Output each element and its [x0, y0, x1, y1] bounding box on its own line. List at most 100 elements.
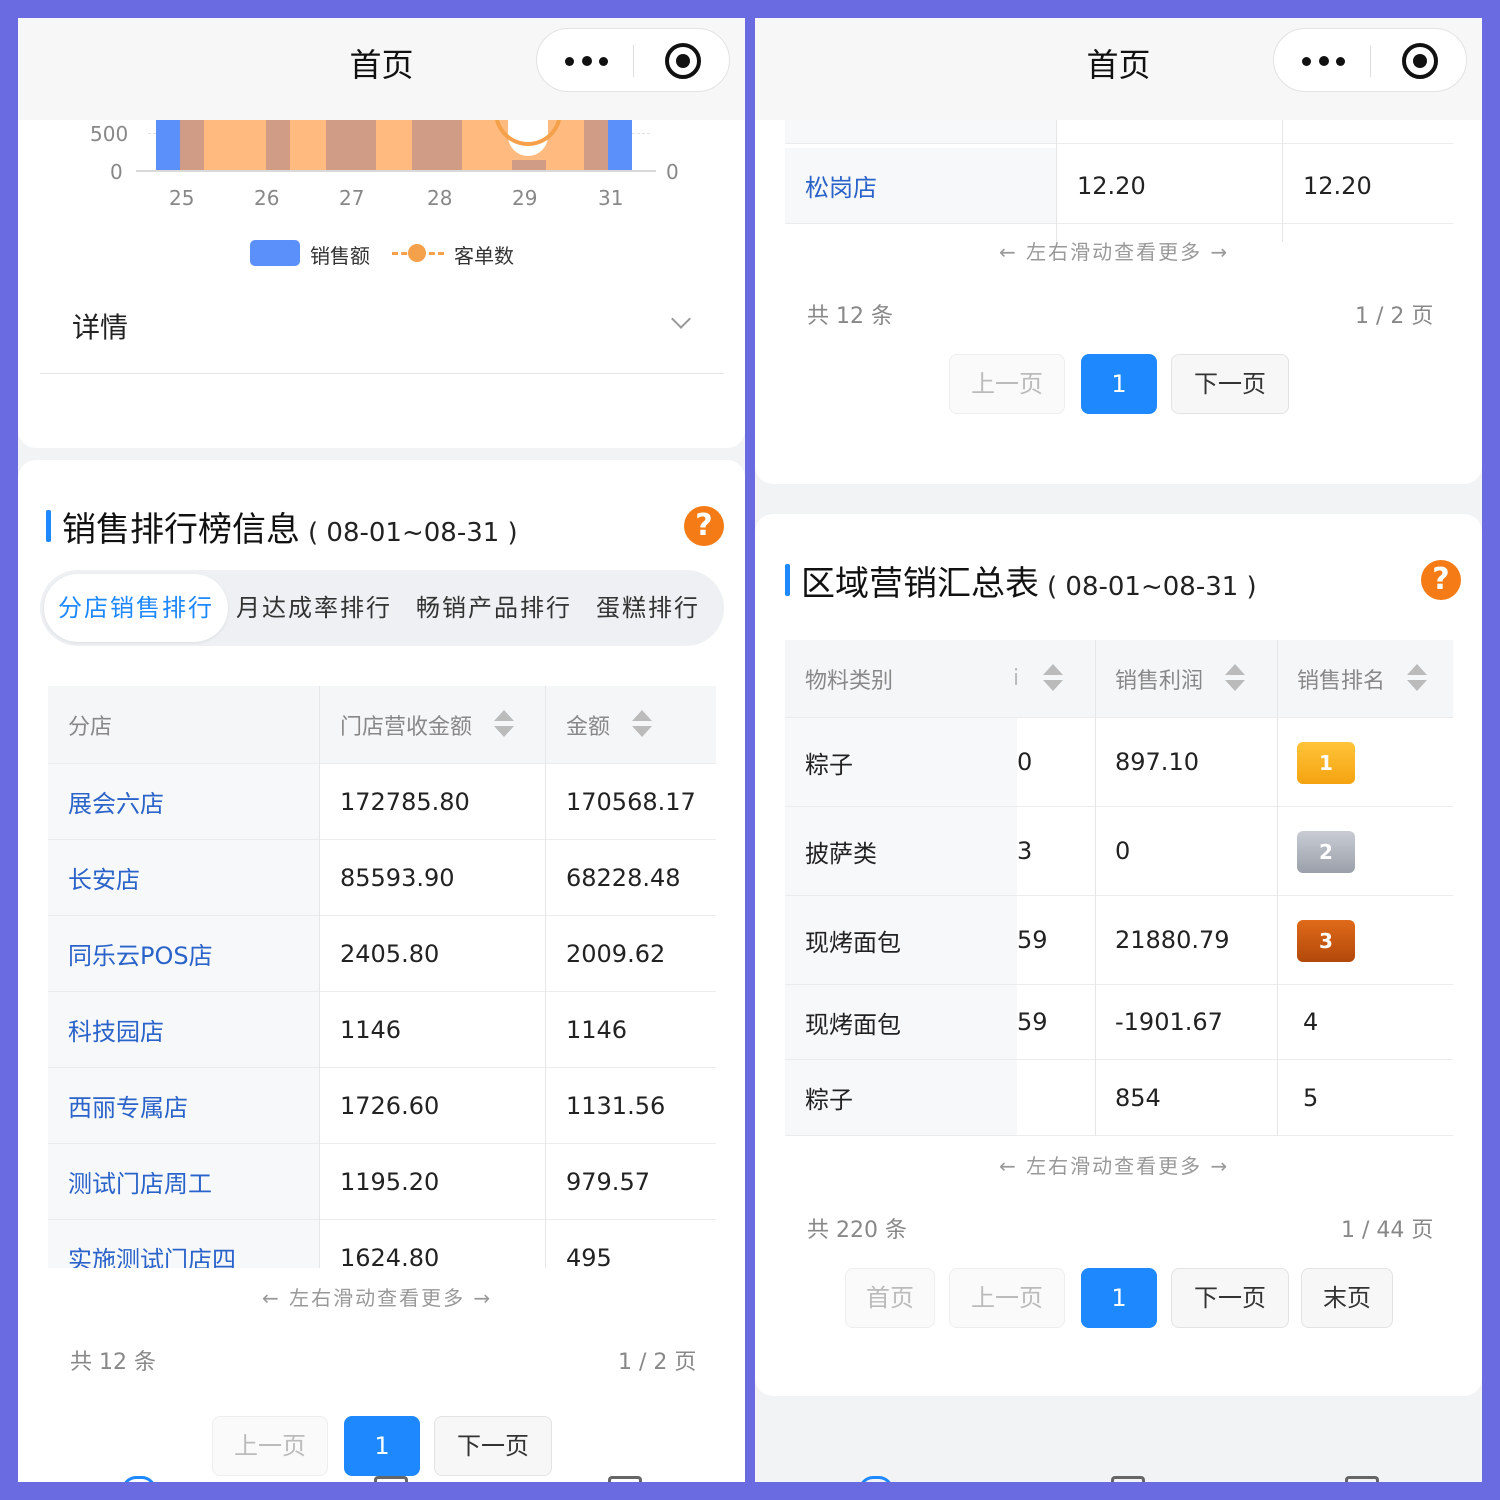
col-revenue[interactable]: 门店营收金额 [340, 686, 472, 763]
legend-dot-orders [408, 244, 426, 262]
table-row[interactable]: 松岗店 12.20 12.20 [785, 148, 1453, 224]
bar-blue-right [608, 118, 632, 170]
page-info: 1 / 2 页 [1355, 304, 1434, 329]
sort-icon[interactable] [1225, 664, 1245, 692]
total-count: 共 12 条 [807, 304, 893, 329]
table-row[interactable]: 测试门店周工 1195.20 979.57 [48, 1144, 716, 1220]
prev-page-button[interactable]: 上一页 [949, 1268, 1065, 1328]
help-icon[interactable]: ? [1421, 560, 1461, 600]
table-row[interactable]: 粽子 0 897.10 1 [785, 718, 1453, 807]
store-name[interactable]: 实施测试门店四 [48, 1220, 319, 1268]
total-count: 共 12 条 [70, 1350, 156, 1375]
table-row[interactable]: 同乐云POS店 2405.80 2009.62 [48, 916, 716, 992]
sort-icon[interactable] [1043, 664, 1063, 692]
chart-tab-icon[interactable] [1111, 1476, 1145, 1482]
scroll-hint: ← 左右滑动查看更多 → [262, 1286, 493, 1310]
nav-bar: 首页 [18, 18, 745, 120]
table-row[interactable]: 长安店 85593.90 68228.48 [48, 840, 716, 916]
revenue-value: 1624.80 [340, 1243, 440, 1269]
table-row[interactable]: 展会六店 172785.80 170568.17 [48, 764, 716, 840]
bar-brown-4 [412, 118, 462, 170]
ranking-date: ( 08-01~08-31 ) [308, 518, 518, 548]
table-row[interactable]: 现烤面包 59 -1901.67 4 [785, 985, 1453, 1060]
more-icon[interactable] [565, 56, 609, 67]
close-target-icon[interactable] [665, 43, 701, 79]
bar-brown-1 [180, 118, 204, 170]
revenue-value: 172785.80 [340, 787, 470, 816]
store-name[interactable]: 展会六店 [48, 764, 319, 839]
table-row[interactable]: 西丽专属店 1726.60 1131.56 [48, 1068, 716, 1144]
next-page-button[interactable]: 下一页 [1171, 1268, 1289, 1328]
category-name: 现烤面包 [785, 896, 1017, 984]
x-tick-31: 31 [598, 186, 624, 210]
page-1-button[interactable]: 1 [344, 1416, 420, 1476]
store-name[interactable]: 长安店 [48, 840, 319, 915]
sort-icon[interactable] [494, 710, 514, 738]
page-1-button[interactable]: 1 [1081, 1268, 1157, 1328]
nav-bar: 首页 [755, 18, 1482, 120]
bar-brown-3 [326, 118, 376, 170]
rank-value: 5 [1303, 1083, 1319, 1112]
help-icon[interactable]: ? [684, 506, 724, 546]
store-name[interactable]: 测试门店周工 [48, 1144, 319, 1219]
home-tab-icon[interactable] [859, 1476, 893, 1482]
revenue-value: 1726.60 [340, 1091, 440, 1120]
sort-icon[interactable] [632, 710, 652, 738]
y-tick-500: 500 [90, 122, 129, 146]
bar-brown-5 [584, 118, 608, 170]
legend-sales: 销售额 [310, 244, 370, 268]
profit-value: 897.10 [1115, 748, 1199, 776]
last-page-button[interactable]: 末页 [1301, 1268, 1393, 1328]
store-name[interactable]: 西丽专属店 [48, 1068, 319, 1143]
x-tick-29: 29 [512, 186, 538, 210]
x-tick-27: 27 [339, 186, 365, 210]
next-page-button[interactable]: 下一页 [1171, 354, 1289, 414]
profile-tab-icon[interactable] [608, 1476, 642, 1482]
sort-icon[interactable] [1407, 664, 1427, 692]
tab-cakes[interactable]: 蛋糕排行 [596, 570, 700, 646]
amount-value: 495 [566, 1243, 612, 1269]
profit-value: 0 [1115, 837, 1131, 865]
bar-orange-1 [204, 118, 266, 170]
prev-page-button[interactable]: 上一页 [212, 1416, 328, 1476]
col-amount[interactable]: 金额 [566, 686, 610, 763]
page-info: 1 / 2 页 [618, 1350, 697, 1375]
mini-program-capsule [1273, 28, 1467, 92]
col-rank[interactable]: 销售排名 [1297, 640, 1385, 717]
next-page-button[interactable]: 下一页 [434, 1416, 552, 1476]
truncated-value: 0 [1017, 748, 1033, 776]
table-row[interactable]: 披萨类 3 0 2 [785, 807, 1453, 896]
details-row[interactable]: 详情 [40, 288, 724, 374]
table-row[interactable]: 粽子 854 5 [785, 1060, 1453, 1136]
first-page-button[interactable]: 首页 [845, 1268, 935, 1328]
bar-brown-2 [266, 118, 290, 170]
bar-orange-2 [290, 118, 326, 170]
category-name: 粽子 [785, 1060, 1017, 1135]
details-label: 详情 [72, 311, 129, 344]
region-date: ( 08-01~08-31 ) [1047, 572, 1257, 602]
table-row[interactable]: 现烤面包 59 21880.79 3 [785, 896, 1453, 985]
table-row[interactable]: 科技园店 1146 1146 [48, 992, 716, 1068]
table-row[interactable]: 实施测试门店四 1624.80 495 [48, 1220, 716, 1268]
chart-tab-icon[interactable] [374, 1476, 408, 1482]
profit-value: 21880.79 [1115, 926, 1230, 954]
store-name[interactable]: 科技园店 [48, 992, 319, 1067]
prev-page-button[interactable]: 上一页 [949, 354, 1065, 414]
col-profit[interactable]: 销售利润 [1115, 640, 1203, 717]
more-icon[interactable] [1302, 56, 1346, 67]
store-name[interactable]: 松岗店 [785, 148, 1056, 223]
amount-value: 12.20 [1303, 171, 1372, 200]
legend-swatch-sales [250, 240, 300, 266]
rank-badge: 1 [1297, 741, 1355, 784]
tab-bestsellers[interactable]: 畅销产品排行 [416, 570, 572, 646]
tab-store-sales[interactable]: 分店销售排行 [44, 574, 228, 642]
close-target-icon[interactable] [1402, 43, 1438, 79]
page-1-button[interactable]: 1 [1081, 354, 1157, 414]
amount-value: 979.57 [566, 1167, 650, 1196]
truncated-value: 59 [1017, 926, 1048, 954]
revenue-value: 1146 [340, 1015, 402, 1044]
tab-monthly-rate[interactable]: 月达成率排行 [236, 570, 392, 646]
store-name[interactable]: 同乐云POS店 [48, 916, 319, 991]
profile-tab-icon[interactable] [1345, 1476, 1379, 1482]
ranking-title: 销售排行榜信息( 08-01~08-31 ) [62, 510, 518, 550]
